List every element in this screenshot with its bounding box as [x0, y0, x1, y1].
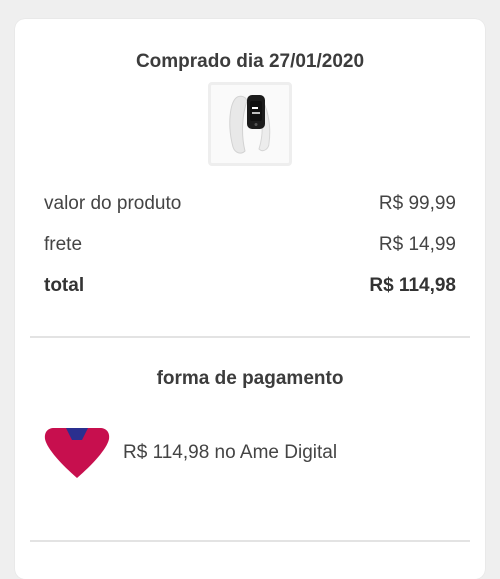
section-divider-bottom [30, 540, 470, 542]
shipping-amount: R$ 14,99 [378, 234, 456, 255]
ame-digital-icon [44, 428, 110, 478]
shipping-label: frete [44, 234, 83, 255]
total-row: total R$ 114,98 [44, 275, 456, 297]
order-details-card: Comprado dia 27/01/2020 valor do produto… [15, 19, 485, 579]
total-label: total [44, 275, 85, 296]
section-divider [30, 336, 470, 338]
payment-method-text: R$ 114,98 no Ame Digital [123, 442, 338, 463]
product-value-amount: R$ 99,99 [378, 193, 456, 214]
product-thumbnail[interactable] [208, 82, 292, 166]
product-value-row: valor do produto R$ 99,99 [44, 193, 456, 215]
payment-method-row: R$ 114,98 no Ame Digital [44, 427, 337, 479]
product-value-label: valor do produto [44, 193, 182, 214]
purchase-date-title: Comprado dia 27/01/2020 [135, 51, 365, 72]
smart-band-icon [229, 95, 271, 154]
total-amount: R$ 114,98 [369, 275, 456, 296]
payment-method-title: forma de pagamento [156, 368, 344, 389]
shipping-row: frete R$ 14,99 [44, 234, 456, 256]
